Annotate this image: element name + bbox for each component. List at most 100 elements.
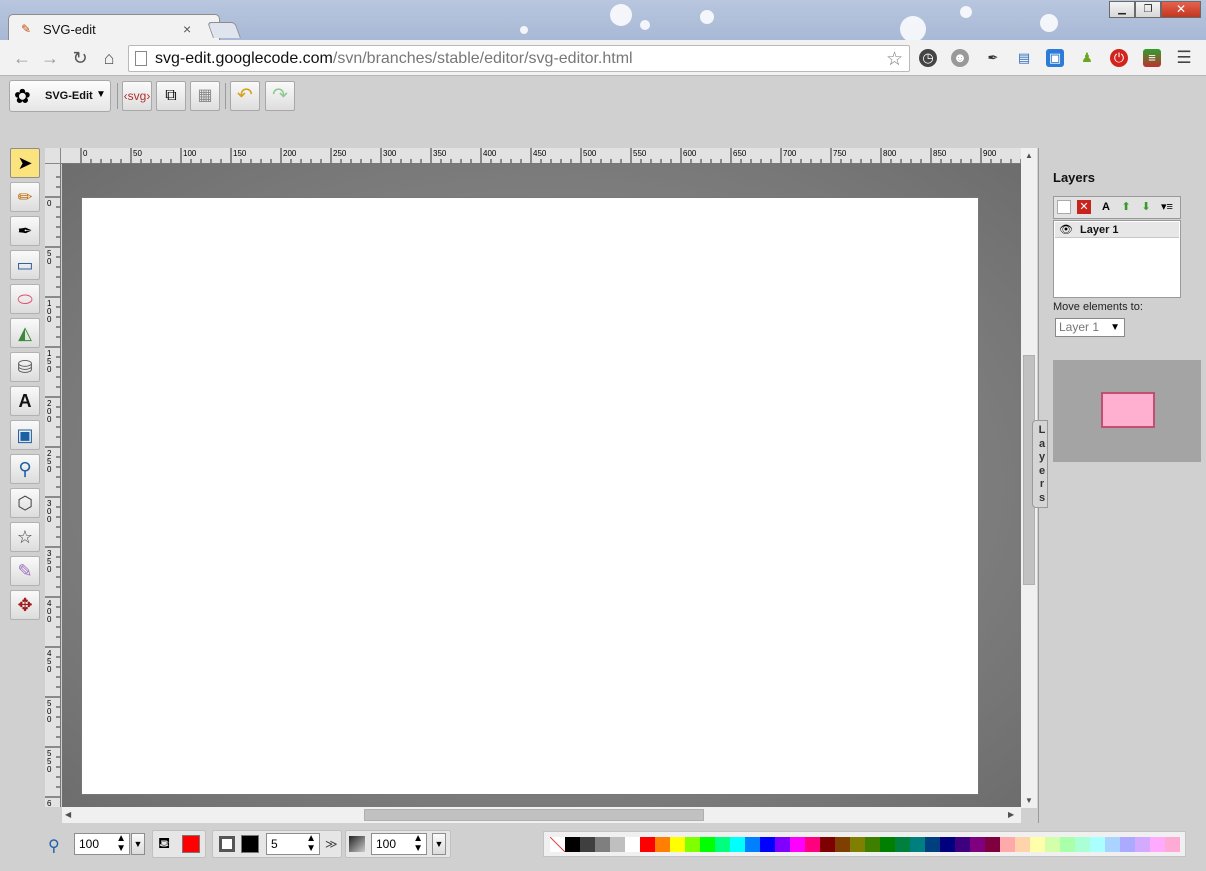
palette-swatch[interactable] xyxy=(805,837,820,852)
grid-button[interactable]: ▦ xyxy=(190,81,220,111)
palette-swatch[interactable] xyxy=(685,837,700,852)
palette-swatch[interactable] xyxy=(985,837,1000,852)
palette-swatch[interactable] xyxy=(1030,837,1045,852)
select-tool-button[interactable]: ➤ xyxy=(10,148,40,178)
stepper-icon[interactable]: ▲ ▼ xyxy=(306,834,316,854)
palette-swatch[interactable] xyxy=(895,837,910,852)
move-layer-up-icon[interactable]: ⬆ xyxy=(1117,199,1135,216)
palette-swatch[interactable] xyxy=(1150,837,1165,852)
stack-extension-icon[interactable]: ≡ xyxy=(1143,49,1161,67)
stepper-icon[interactable]: ▲ ▼ xyxy=(413,834,423,854)
palette-swatch[interactable] xyxy=(850,837,865,852)
palette-swatch[interactable] xyxy=(1015,837,1030,852)
scroll-down-icon[interactable]: ▼ xyxy=(1025,796,1033,805)
canvas-overview[interactable] xyxy=(1053,360,1201,462)
scroll-up-icon[interactable]: ▲ xyxy=(1025,151,1033,160)
delete-layer-icon[interactable]: ✕ xyxy=(1077,200,1091,214)
restore-button[interactable]: ❐ xyxy=(1135,1,1161,18)
undo-button[interactable]: ↶ xyxy=(230,81,260,111)
new-layer-icon[interactable] xyxy=(1057,200,1071,214)
image-extension-icon[interactable]: ▣ xyxy=(1046,49,1064,67)
palette-swatch[interactable] xyxy=(700,837,715,852)
url-text[interactable]: svg-edit.googlecode.com/svn/branches/sta… xyxy=(155,50,633,68)
palette-swatch[interactable] xyxy=(1105,837,1120,852)
eyedropper-extension-icon[interactable]: ✒ xyxy=(984,49,1002,67)
scroll-left-icon[interactable]: ◀ xyxy=(65,810,71,819)
palette-swatch[interactable] xyxy=(925,837,940,852)
palette-swatch[interactable] xyxy=(745,837,760,852)
image-tool-button[interactable]: ▣ xyxy=(10,420,40,450)
menu-icon[interactable]: ☰ xyxy=(1175,49,1193,67)
bookmark-star-icon[interactable]: ☆ xyxy=(886,48,903,71)
text-tool-button[interactable]: A xyxy=(10,386,40,416)
close-tab-icon[interactable]: × xyxy=(183,21,191,37)
android-extension-icon[interactable]: ♟ xyxy=(1078,49,1096,67)
palette-swatch[interactable] xyxy=(790,837,805,852)
fill-color-swatch[interactable] xyxy=(182,835,200,853)
shape-library-button[interactable]: ⛁ xyxy=(10,352,40,382)
palette-swatch[interactable] xyxy=(1090,837,1105,852)
move-layer-down-icon[interactable]: ⬇ xyxy=(1137,199,1155,216)
scroll-right-icon[interactable]: ▶ xyxy=(1008,810,1014,819)
rename-layer-icon[interactable]: A xyxy=(1097,199,1115,216)
tab-svg-edit[interactable]: ✎ SVG-edit × xyxy=(8,14,220,42)
horizontal-scrollbar[interactable]: ◀ ▶ xyxy=(62,807,1021,823)
line-tool-button[interactable]: ✒ xyxy=(10,216,40,246)
clock-extension-icon[interactable]: ◷ xyxy=(919,49,937,67)
palette-swatch[interactable] xyxy=(625,837,640,852)
move-elements-select[interactable]: Layer 1 ▼ xyxy=(1055,318,1125,337)
palette-swatch[interactable] xyxy=(1045,837,1060,852)
stroke-width-input[interactable]: 5 ▲ ▼ xyxy=(266,833,320,855)
palette-swatch[interactable] xyxy=(880,837,895,852)
horizontal-scroll-thumb[interactable] xyxy=(364,809,704,821)
palette-swatch[interactable] xyxy=(580,837,595,852)
stroke-color-swatch[interactable] xyxy=(241,835,259,853)
palette-swatch[interactable] xyxy=(1075,837,1090,852)
palette-swatch[interactable] xyxy=(670,837,685,852)
svg-canvas-page[interactable] xyxy=(81,197,979,795)
palette-swatch[interactable] xyxy=(910,837,925,852)
more-options-icon[interactable]: ≫ xyxy=(325,837,338,851)
pan-tool-button[interactable]: ✥ xyxy=(10,590,40,620)
palette-swatch[interactable] xyxy=(835,837,850,852)
rectangle-tool-button[interactable]: ▭ xyxy=(10,250,40,280)
opacity-input[interactable]: 100 ▲ ▼ xyxy=(371,833,427,855)
palette-swatch[interactable] xyxy=(865,837,880,852)
address-bar[interactable]: svg-edit.googlecode.com/svn/branches/sta… xyxy=(128,45,910,72)
new-tab-button[interactable] xyxy=(207,22,241,38)
ellipse-tool-button[interactable]: ⬭ xyxy=(10,284,40,314)
palette-swatch[interactable] xyxy=(730,837,745,852)
palette-swatch[interactable] xyxy=(1000,837,1015,852)
reload-icon[interactable]: ↻ xyxy=(70,48,90,69)
stepper-icon[interactable]: ▲ ▼ xyxy=(116,834,126,854)
overview-viewport[interactable] xyxy=(1101,392,1155,428)
zoom-tool-button[interactable]: ⚲ xyxy=(10,454,40,484)
eye-icon[interactable]: 👁 xyxy=(1059,223,1073,236)
source-code-button[interactable]: ‹svg› xyxy=(122,81,152,111)
path-tool-button[interactable]: ◭ xyxy=(10,318,40,348)
palette-swatch[interactable] xyxy=(550,837,565,852)
layer-row[interactable]: 👁 Layer 1 xyxy=(1055,222,1179,238)
close-window-button[interactable]: ✕ xyxy=(1161,1,1201,18)
palette-swatch[interactable] xyxy=(655,837,670,852)
forward-icon[interactable]: → xyxy=(40,48,60,69)
pencil-tool-button[interactable]: ✏ xyxy=(10,182,40,212)
stop-extension-icon[interactable]: ⏻ xyxy=(1110,49,1128,67)
zoom-input[interactable]: 100 ▲ ▼ xyxy=(74,833,130,855)
palette-swatch[interactable] xyxy=(1165,837,1180,852)
palette-swatch[interactable] xyxy=(820,837,835,852)
palette-swatch[interactable] xyxy=(940,837,955,852)
palette-swatch[interactable] xyxy=(595,837,610,852)
back-icon[interactable]: ← xyxy=(12,48,32,69)
zoom-dropdown-button[interactable]: ▼ xyxy=(131,833,145,855)
polygon-tool-button[interactable]: ⬡ xyxy=(10,488,40,518)
alien-extension-icon[interactable]: ☻ xyxy=(951,49,969,67)
palette-swatch[interactable] xyxy=(1135,837,1150,852)
palette-swatch[interactable] xyxy=(640,837,655,852)
folder-extension-icon[interactable]: ▤ xyxy=(1015,49,1033,67)
palette-swatch[interactable] xyxy=(610,837,625,852)
app-main-menu-button[interactable]: ✿ SVG-Edit ▼ xyxy=(9,80,111,112)
opacity-dropdown-button[interactable]: ▼ xyxy=(432,833,446,855)
palette-swatch[interactable] xyxy=(1060,837,1075,852)
star-tool-button[interactable]: ☆ xyxy=(10,522,40,552)
